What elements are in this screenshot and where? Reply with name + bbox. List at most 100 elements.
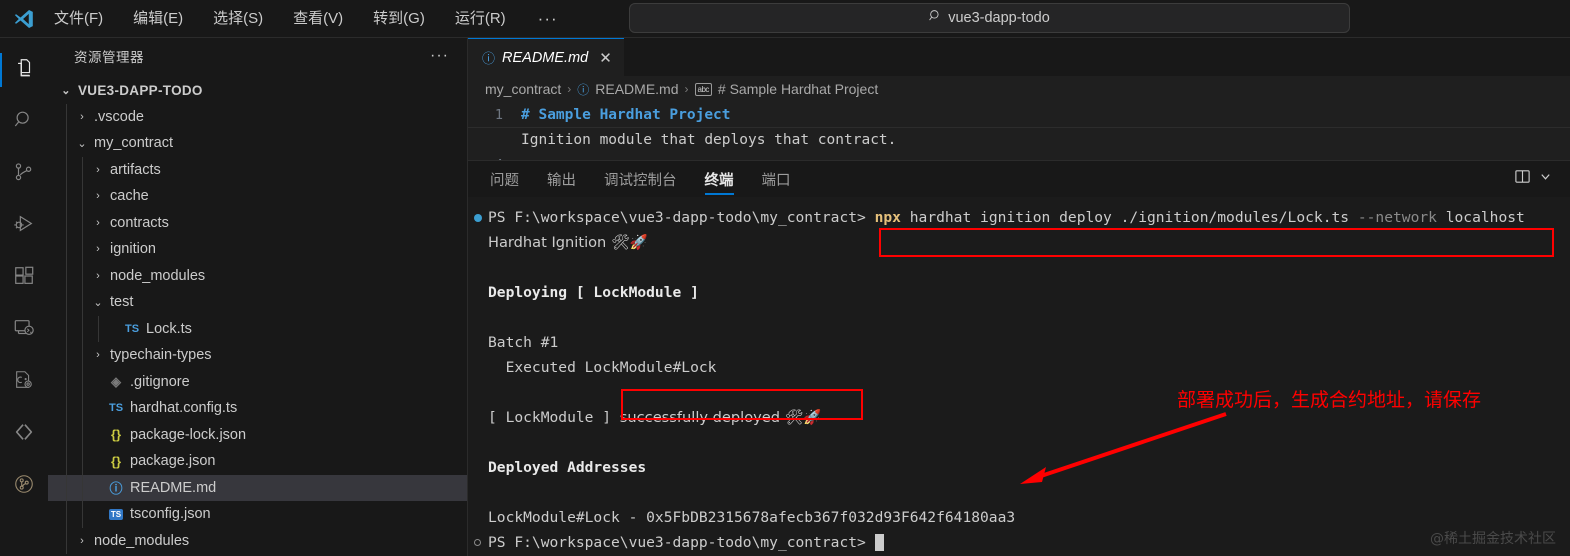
breadcrumb-item-folder[interactable]: my_contract xyxy=(485,81,561,97)
panel-tab-problems[interactable]: 问题 xyxy=(490,161,519,197)
tree-item-ignition[interactable]: › ignition xyxy=(48,236,467,263)
menu-item-edit[interactable]: 编辑(E) xyxy=(131,7,185,30)
activity-item-remote-explorer[interactable] xyxy=(0,304,48,356)
extensions-icon xyxy=(13,265,35,292)
activity-item-source-control[interactable] xyxy=(0,148,48,200)
files-icon xyxy=(13,57,35,84)
indent-guide xyxy=(66,342,67,369)
chevron-right-icon[interactable]: › xyxy=(90,217,106,229)
terminal-output[interactable]: PS F:\workspace\vue3-dapp-todo\my_contra… xyxy=(468,197,1570,556)
explorer-header: 资源管理器 ··· xyxy=(48,38,467,74)
panel-tab-terminal[interactable]: 终端 xyxy=(704,161,734,197)
breadcrumb-separator: › xyxy=(567,82,572,96)
tab-readme-md[interactable]: ⓘ README.md ✕ xyxy=(468,38,624,76)
tree-item-tsconfig-json[interactable]: TS tsconfig.json xyxy=(48,501,467,528)
indent-guide xyxy=(66,448,67,475)
terminal-line-text: Deployed Addresses xyxy=(488,459,647,476)
tree-item-my-contract[interactable]: ⌄ my_contract xyxy=(48,130,467,157)
tree-item-label: contracts xyxy=(110,214,169,231)
indent-guide xyxy=(66,527,67,554)
terminal-prompt: PS F:\workspace\vue3-dapp-todo\my_contra… xyxy=(488,209,866,226)
tree-item-test[interactable]: ⌄ test xyxy=(48,289,467,316)
chevron-right-icon[interactable]: › xyxy=(90,243,106,255)
menu-item-go[interactable]: 转到(G) xyxy=(371,7,427,30)
activity-item-liveshare[interactable] xyxy=(0,408,48,460)
chevron-right-icon[interactable]: › xyxy=(90,190,106,202)
tree-item-node-modules[interactable]: › node_modules xyxy=(48,262,467,289)
panel-tab-ports[interactable]: 端口 xyxy=(762,161,791,197)
watermark: @稀土掘金技术社区 xyxy=(1430,531,1556,547)
indent-guide xyxy=(82,262,83,289)
tree-item-label: node_modules xyxy=(94,532,190,549)
tree-item-gitignore[interactable]: ◈ .gitignore xyxy=(48,368,467,395)
activity-bar xyxy=(0,38,48,556)
menu-item-selection[interactable]: 选择(S) xyxy=(211,7,265,30)
tree-item-label: node_modules xyxy=(110,267,206,284)
markdown-file-icon: ⓘ xyxy=(109,481,123,497)
tree-item-cache[interactable]: › cache xyxy=(48,183,467,210)
tree-item-readme-md[interactable]: ⓘ README.md xyxy=(48,474,467,501)
symbol-string-icon: abc xyxy=(694,82,712,96)
terminal-line-text: Hardhat Ignition 🛠🚀 xyxy=(488,234,648,251)
indent-guide xyxy=(66,103,67,130)
tree-item-lock-ts[interactable]: TS Lock.ts xyxy=(48,315,467,342)
editor-line: Ignition module that deploys that contra… xyxy=(468,127,1570,152)
tree-item-hardhat-config-ts[interactable]: TS hardhat.config.ts xyxy=(48,395,467,422)
activity-item-search[interactable] xyxy=(0,96,48,148)
menu-bar: 文件(F) 编辑(E) 选择(S) 查看(V) 转到(G) 运行(R) ··· xyxy=(52,7,562,30)
chevron-down-icon[interactable] xyxy=(1539,170,1552,188)
chevron-right-icon[interactable]: › xyxy=(74,111,90,123)
chevron-right-icon[interactable]: › xyxy=(74,535,90,547)
terminal-final-prompt-line: PS F:\workspace\vue3-dapp-todo\my_contra… xyxy=(468,530,1570,555)
chevron-right-icon[interactable]: › xyxy=(90,270,106,282)
close-icon[interactable]: ✕ xyxy=(599,49,612,67)
quick-input-bar[interactable]: vue3-dapp-todo xyxy=(629,3,1350,33)
menu-item-file[interactable]: 文件(F) xyxy=(52,7,105,30)
chevron-right-icon[interactable]: › xyxy=(90,349,106,361)
markdown-file-icon: ⓘ xyxy=(577,82,590,97)
indent-guide xyxy=(66,183,67,210)
chevron-down-icon[interactable]: ⌄ xyxy=(74,137,90,150)
json-file-icon: {} xyxy=(110,427,122,443)
editor-scroll-shadow xyxy=(468,127,1570,128)
panel-tab-output[interactable]: 输出 xyxy=(547,161,576,197)
indent-guide xyxy=(66,289,67,316)
terminal-command-name: npx xyxy=(874,209,901,226)
activity-item-extensions[interactable] xyxy=(0,252,48,304)
tree-item-package-json[interactable]: {} package.json xyxy=(48,448,467,475)
activity-item-cpp-config[interactable] xyxy=(0,356,48,408)
menu-item-run[interactable]: 运行(R) xyxy=(453,7,508,30)
explorer-more-actions-button[interactable]: ··· xyxy=(430,47,449,65)
activity-item-accounts[interactable] xyxy=(0,460,48,512)
tree-item-node-modules[interactable]: › node_modules xyxy=(48,527,467,554)
explorer-sidebar: 资源管理器 ··· ⌄ VUE3-DAPP-TODO › .vscode ⌄ my_c… xyxy=(48,38,468,556)
tree-item-package-lock-json[interactable]: {} package-lock.json xyxy=(48,421,467,448)
tree-item-vscode[interactable]: › .vscode xyxy=(48,103,467,130)
terminal-line-text: Deploying [ LockModule ] xyxy=(488,284,699,301)
tree-item-typechain-types[interactable]: › typechain-types xyxy=(48,342,467,369)
activity-item-run-and-debug[interactable] xyxy=(0,200,48,252)
tree-item-label: ignition xyxy=(110,241,156,258)
tree-item-label: artifacts xyxy=(110,161,161,178)
panel-tab-debug-console[interactable]: 调试控制台 xyxy=(604,161,677,197)
text-editor[interactable]: 1 # Sample Hardhat Project Ignition modu… xyxy=(468,102,1570,160)
chevron-right-icon[interactable]: › xyxy=(90,164,106,176)
panel-tab-bar: 问题 输出 调试控制台 终端 端口 xyxy=(468,161,1570,197)
indent-guide xyxy=(98,315,99,342)
tree-item-artifacts[interactable]: › artifacts xyxy=(48,156,467,183)
menu-item-view[interactable]: 查看(V) xyxy=(291,7,345,30)
tree-root-vue3-dapp-todo[interactable]: ⌄ VUE3-DAPP-TODO xyxy=(48,77,467,104)
indent-guide xyxy=(82,395,83,422)
breadcrumb-item-symbol[interactable]: # Sample Hardhat Project xyxy=(718,81,878,97)
breadcrumb-item-file[interactable]: README.md xyxy=(595,81,678,97)
tree-item-label: Lock.ts xyxy=(146,320,192,337)
tree-item-contracts[interactable]: › contracts xyxy=(48,209,467,236)
split-panel-icon[interactable] xyxy=(1514,168,1531,190)
tree-item-label: hardhat.config.ts xyxy=(130,400,238,417)
menu-overflow-button[interactable]: ··· xyxy=(534,9,562,29)
chevron-down-icon[interactable]: ⌄ xyxy=(90,296,106,309)
tree-item-label: tsconfig.json xyxy=(130,506,211,523)
activity-item-explorer[interactable] xyxy=(0,44,48,96)
